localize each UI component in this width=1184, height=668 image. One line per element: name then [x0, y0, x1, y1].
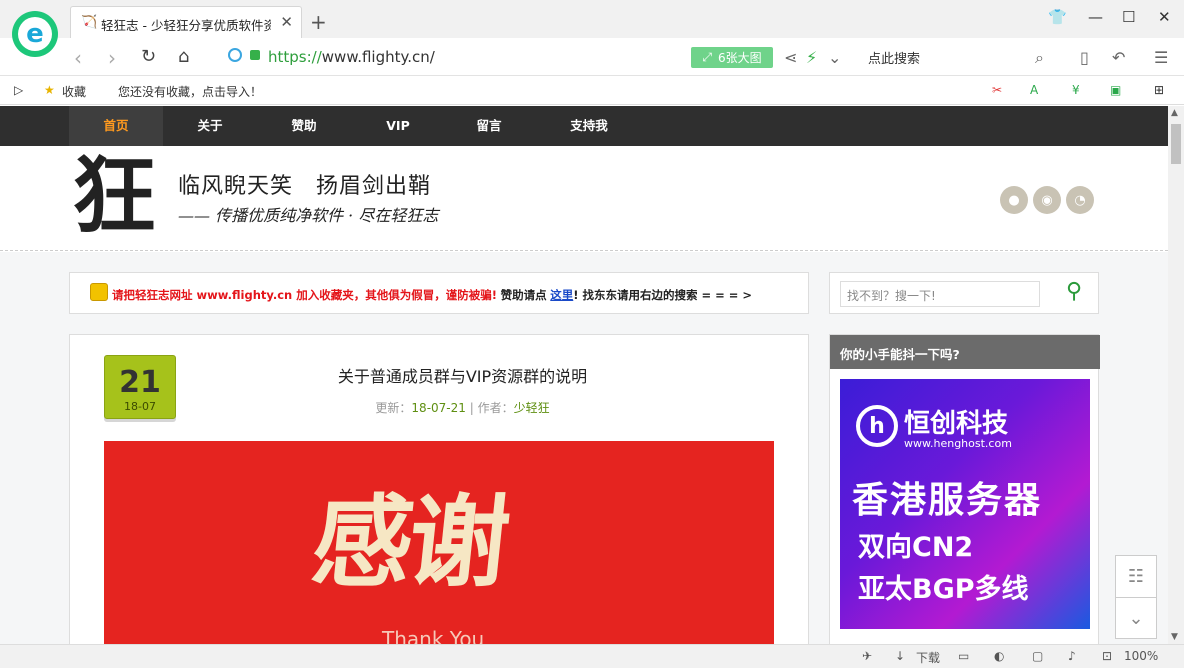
big-image-button[interactable]: ⤢ 6张大图: [691, 47, 773, 68]
tab-title: 轻狂志 - 少轻狂分享优质软件资源: [101, 18, 271, 33]
sponsor-link[interactable]: 这里: [550, 288, 573, 302]
web-page: 首页 关于 赞助 VIP 留言 支持我 狂 临风睨天笑 扬眉剑出鞘 —— 传播优…: [0, 106, 1168, 644]
expand-icon: ⤢: [702, 50, 712, 64]
volume-icon[interactable]: ♪: [1068, 649, 1076, 663]
minimize-icon[interactable]: —: [1088, 8, 1103, 26]
scroll-up-arrow-icon[interactable]: ▲: [1171, 108, 1178, 118]
game-icon[interactable]: ▣: [1110, 83, 1121, 97]
brand-logo-icon: h: [856, 405, 898, 447]
home-icon[interactable]: ⌂: [178, 46, 189, 67]
maximize-icon[interactable]: ☐: [1122, 8, 1135, 26]
post-meta: 更新：18-07-21 | 作者：少轻狂: [375, 401, 550, 415]
nav-about[interactable]: 关于: [163, 106, 257, 146]
list-icon[interactable]: ☷: [1116, 556, 1156, 597]
reload-icon[interactable]: ↻: [141, 46, 156, 67]
zoom-icon[interactable]: ⊡: [1102, 649, 1112, 663]
ad-line2: 双向CN2: [858, 532, 974, 563]
hero-title: 感谢: [306, 483, 512, 601]
scrollbar-thumb[interactable]: [1171, 124, 1181, 164]
browser-tab[interactable]: 🏹 轻狂志 - 少轻狂分享优质软件资源 ✕: [70, 6, 302, 38]
floating-tools: ☷ ⌄: [1115, 555, 1157, 639]
ad-line1: 香港服务器: [852, 480, 1043, 521]
nav-support[interactable]: 支持我: [542, 106, 636, 146]
window-close-icon[interactable]: ✕: [1158, 8, 1171, 26]
forward-icon[interactable]: ›: [108, 46, 116, 70]
phone-icon[interactable]: ▯: [1080, 48, 1089, 67]
nav-vip[interactable]: VIP: [351, 106, 445, 146]
emoji-icon: [90, 283, 108, 301]
skin-icon[interactable]: 👕: [1048, 8, 1067, 26]
tab-close-icon[interactable]: ✕: [280, 13, 293, 31]
browser-mode-icon[interactable]: ◐: [994, 649, 1004, 663]
ad-url: www.henghost.com: [904, 437, 1012, 450]
download-icon[interactable]: ↓: [895, 649, 905, 663]
site-subslogan: —— 传播优质纯净软件 · 尽在轻狂志: [178, 206, 439, 225]
nav-message[interactable]: 留言: [442, 106, 536, 146]
post-hero-image[interactable]: 感谢 Thank You: [104, 441, 774, 644]
window-icon[interactable]: ▢: [1032, 649, 1043, 663]
chevron-down-icon[interactable]: ⌄: [828, 48, 841, 67]
bookmarks-bar: ▷ ★ 收藏 您还没有收藏，点击导入！ ✂ A ¥ ▣ ⊞: [0, 77, 1184, 105]
url-field[interactable]: https://www.flighty.cn/: [268, 48, 435, 66]
page-scrollbar[interactable]: ▲ ▼: [1168, 106, 1184, 644]
browser-logo-icon[interactable]: e: [12, 11, 58, 57]
site-nav: 首页 关于 赞助 VIP 留言 支持我: [0, 106, 1168, 146]
pin-icon[interactable]: ✈: [862, 649, 872, 663]
download-label[interactable]: 下载: [916, 649, 940, 666]
ad-heading: 你的小手能抖一下吗?: [830, 335, 1100, 369]
post-date: 18-07-21: [411, 401, 466, 415]
ad-line3: 亚太BGP多线: [858, 574, 1029, 605]
search-input[interactable]: 点此搜索: [868, 48, 920, 67]
main-content: 请把轻狂志网址 www.flighty.cn 加入收藏夹，其他俱为假冒，谨防被骗…: [0, 252, 1168, 644]
back-icon[interactable]: ‹: [74, 46, 82, 70]
lock-icon: [250, 50, 260, 60]
scroll-down-arrow-icon[interactable]: ▼: [1171, 632, 1178, 642]
site-favicon-icon: 🏹: [81, 15, 98, 30]
zoom-level[interactable]: 100%: [1124, 649, 1158, 663]
search-icon[interactable]: ⚲: [1066, 279, 1082, 304]
notice-text: 请把轻狂志网址 www.flighty.cn 加入收藏夹，其他俱为假冒，谨防被骗…: [112, 288, 497, 302]
rss-icon[interactable]: ◔: [1066, 186, 1094, 214]
sidebar-search: 找不到？搜一下! ⚲: [829, 272, 1099, 314]
translate-icon[interactable]: A: [1030, 83, 1038, 97]
new-tab-button[interactable]: +: [310, 10, 327, 34]
bookmarks-menu[interactable]: 收藏: [62, 83, 86, 100]
post-author[interactable]: 少轻狂: [514, 401, 550, 415]
star-icon[interactable]: ★: [44, 83, 55, 97]
finance-icon[interactable]: ¥: [1072, 83, 1080, 97]
site-header: 狂 临风睨天笑 扬眉剑出鞘 —— 传播优质纯净软件 · 尽在轻狂志 ● ◉ ◔: [0, 146, 1168, 251]
hero-subtitle: Thank You: [382, 627, 485, 644]
sidebar-ad-panel: 你的小手能抖一下吗? h 恒创科技 www.henghost.com 香港服务器…: [829, 334, 1100, 644]
menu-icon[interactable]: ☰: [1154, 48, 1168, 67]
weibo-icon[interactable]: ◉: [1033, 186, 1061, 214]
reader-icon[interactable]: ▭: [958, 649, 969, 663]
status-bar: ✈ ↓ 下载 ▭ ◐ ▢ ♪ ⊡ 100%: [0, 644, 1184, 668]
browser-titlebar: 🏹 轻狂志 - 少轻狂分享优质软件资源 ✕ + 👕 — ☐ ✕: [0, 0, 1184, 38]
address-toolbar: ‹ › ↻ ⌂ https://www.flighty.cn/ ⤢ 6张大图 ⋖ …: [0, 38, 1184, 76]
scissors-icon[interactable]: ✂: [992, 83, 1002, 97]
import-bookmarks-link[interactable]: 您还没有收藏，点击导入！: [118, 83, 262, 100]
nav-sponsor[interactable]: 赞助: [257, 106, 351, 146]
notice-bar: 请把轻狂志网址 www.flighty.cn 加入收藏夹，其他俱为假冒，谨防被骗…: [69, 272, 809, 314]
ad-brand: 恒创科技: [904, 409, 1009, 439]
post-title[interactable]: 关于普通成员群与VIP资源群的说明: [70, 363, 855, 387]
post-card: 21 18-07 关于普通成员群与VIP资源群的说明 更新：18-07-21 |…: [69, 334, 809, 644]
site-slogan: 临风睨天笑 扬眉剑出鞘: [178, 174, 432, 199]
qq-icon[interactable]: ●: [1000, 186, 1028, 214]
nav-home[interactable]: 首页: [69, 106, 163, 146]
search-icon[interactable]: ⌕: [1035, 48, 1044, 68]
undo-icon[interactable]: ↶: [1112, 48, 1125, 67]
ad-banner[interactable]: h 恒创科技 www.henghost.com 香港服务器 双向CN2 亚太BG…: [840, 379, 1090, 629]
site-logo[interactable]: 狂: [72, 146, 156, 246]
share-icon[interactable]: ⋖: [784, 48, 797, 67]
lightning-icon[interactable]: ⚡: [806, 48, 817, 67]
sidebar-toggle-icon[interactable]: ▷: [14, 83, 23, 97]
site-search-input[interactable]: 找不到？搜一下!: [840, 281, 1040, 307]
scroll-down-icon[interactable]: ⌄: [1116, 597, 1156, 638]
security-shield-icon[interactable]: [228, 48, 242, 62]
apps-icon[interactable]: ⊞: [1154, 83, 1164, 97]
